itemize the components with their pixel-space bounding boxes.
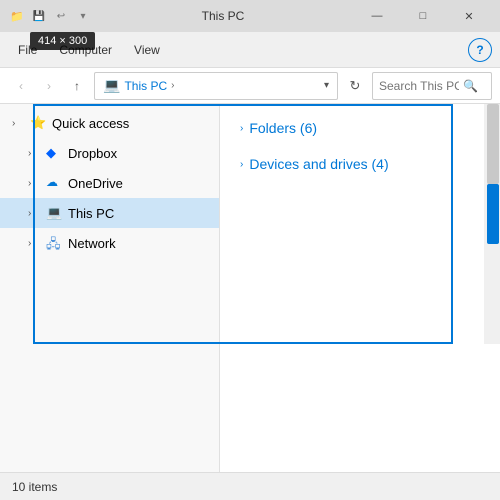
- title-bar: 📁 💾 ↩ ▾ This PC — □ ✕: [0, 0, 500, 32]
- quick-access-icon: ⭐: [30, 115, 46, 131]
- scrollbar[interactable]: [484, 104, 500, 344]
- sidebar-label-onedrive: OneDrive: [68, 176, 123, 191]
- address-bar: ‹ › ↑ 💻 This PC › ▾ ↻ 🔍: [0, 68, 500, 104]
- scrollbar-thumb[interactable]: [487, 184, 499, 244]
- content-area: › Folders (6) › Devices and drives (4): [220, 104, 500, 472]
- search-box[interactable]: 🔍: [372, 72, 492, 100]
- folders-label: Folders (6): [249, 120, 317, 136]
- sidebar-label-this-pc: This PC: [68, 206, 114, 221]
- sidebar-item-this-pc[interactable]: › 💻 This PC: [0, 198, 219, 228]
- folders-section-title[interactable]: › Folders (6): [240, 120, 480, 136]
- devices-arrow: ›: [240, 159, 243, 170]
- sidebar-item-quick-access[interactable]: › ⭐ Quick access: [0, 108, 219, 138]
- tb-more-icon[interactable]: ▾: [74, 7, 92, 25]
- path-computer-icon: 💻: [103, 77, 120, 94]
- nav-buttons: ‹ › ↑: [8, 73, 90, 99]
- sidebar-label-dropbox: Dropbox: [68, 146, 117, 161]
- expand-arrow-dropbox: ›: [28, 148, 40, 159]
- help-button[interactable]: ?: [468, 38, 492, 62]
- app-icon: 📁: [8, 7, 26, 25]
- this-pc-icon: 💻: [46, 205, 62, 221]
- onedrive-icon: ☁: [46, 175, 62, 191]
- sidebar-label-network: Network: [68, 236, 116, 251]
- minimize-button[interactable]: —: [354, 0, 400, 32]
- expand-arrow-onedrive: ›: [28, 178, 40, 189]
- refresh-button[interactable]: ↻: [342, 73, 368, 99]
- tb-undo-icon: ↩: [52, 7, 70, 25]
- main-area: › ⭐ Quick access › ◆ Dropbox › ☁ OneDriv…: [0, 104, 500, 472]
- sidebar: › ⭐ Quick access › ◆ Dropbox › ☁ OneDriv…: [0, 104, 220, 472]
- sidebar-item-onedrive[interactable]: › ☁ OneDrive: [0, 168, 219, 198]
- search-icon[interactable]: 🔍: [463, 79, 478, 93]
- sidebar-item-network[interactable]: › 🖧 Network: [0, 228, 219, 258]
- devices-label: Devices and drives (4): [249, 156, 388, 172]
- search-input[interactable]: [379, 79, 459, 93]
- sidebar-item-dropbox[interactable]: › ◆ Dropbox: [0, 138, 219, 168]
- forward-button[interactable]: ›: [36, 73, 62, 99]
- content-section-folders: › Folders (6): [240, 120, 480, 136]
- title-bar-icons: 📁 💾 ↩ ▾: [8, 7, 92, 25]
- path-dropdown-arrow[interactable]: ▾: [324, 80, 329, 91]
- item-count: 10 items: [12, 480, 57, 494]
- address-path[interactable]: 💻 This PC › ▾: [94, 72, 338, 100]
- close-button[interactable]: ✕: [446, 0, 492, 32]
- sidebar-label-quick-access: Quick access: [52, 116, 129, 131]
- expand-arrow-network: ›: [28, 238, 40, 249]
- expand-arrow-quick-access: ›: [12, 118, 24, 129]
- path-segment-thispc: This PC: [124, 79, 167, 93]
- dimension-badge: 414 × 300: [30, 32, 95, 50]
- devices-section-title[interactable]: › Devices and drives (4): [240, 156, 480, 172]
- expand-arrow-thispc: ›: [28, 208, 40, 219]
- up-button[interactable]: ↑: [64, 73, 90, 99]
- folders-arrow: ›: [240, 123, 243, 134]
- back-button[interactable]: ‹: [8, 73, 34, 99]
- network-icon: 🖧: [46, 235, 62, 251]
- maximize-button[interactable]: □: [400, 0, 446, 32]
- scrollbar-track: [487, 104, 499, 184]
- dropbox-icon: ◆: [46, 145, 62, 161]
- ribbon-tab-view[interactable]: View: [124, 32, 170, 67]
- status-bar: 10 items: [0, 472, 500, 500]
- window-title: This PC: [92, 9, 354, 23]
- content-section-devices: › Devices and drives (4): [240, 156, 480, 172]
- path-arrow: ›: [171, 80, 174, 91]
- tb-save-icon: 💾: [30, 7, 48, 25]
- window-controls: — □ ✕: [354, 0, 492, 32]
